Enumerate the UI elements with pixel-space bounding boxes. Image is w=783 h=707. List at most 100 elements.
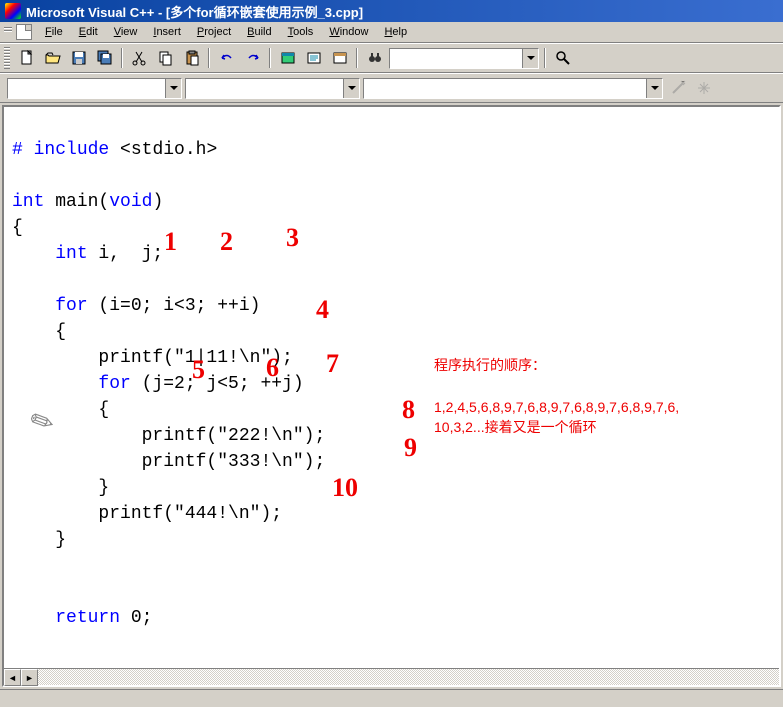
output-button[interactable] <box>302 47 325 69</box>
binoculars-icon <box>367 50 383 66</box>
app-icon <box>5 3 21 19</box>
code-token: ) <box>152 192 163 212</box>
annotation-9: 9 <box>404 435 417 461</box>
output-icon <box>306 50 322 66</box>
toolbar-wizard <box>0 73 783 103</box>
wizard-action-button <box>666 77 689 99</box>
toolbar-main <box>0 43 783 73</box>
annotation-text-line2: 10,3,2...接着又是一个循环 <box>434 417 597 437</box>
code-line: printf("1|11!\n"); <box>12 348 293 368</box>
horizontal-scrollbar[interactable]: ◄ ► <box>4 668 779 685</box>
copy-icon <box>158 50 174 66</box>
menu-help[interactable]: Help <box>377 24 414 40</box>
separator <box>269 48 271 68</box>
find-combo[interactable] <box>389 48 539 69</box>
code-line: printf("333!\n"); <box>12 452 325 472</box>
member-combo[interactable] <box>185 78 360 99</box>
sparkle-icon <box>696 80 712 96</box>
filter-combo[interactable] <box>363 78 663 99</box>
paste-icon <box>184 50 200 66</box>
code-token: # <box>12 140 34 160</box>
search-button[interactable] <box>551 47 574 69</box>
code-token: (i=0; i<3; ++i) <box>88 296 261 316</box>
status-bar <box>0 689 783 707</box>
workspace-button[interactable] <box>276 47 299 69</box>
annotation-text-line1: 1,2,4,5,6,8,9,7,6,8,9,7,6,8,9,7,6,8,9,7,… <box>434 397 679 417</box>
code-token: void <box>109 192 152 212</box>
open-button[interactable] <box>41 47 64 69</box>
cut-button[interactable] <box>128 47 151 69</box>
save-icon <box>71 50 87 66</box>
annotation-2: 2 <box>220 229 233 255</box>
code-line: } <box>12 478 109 498</box>
scroll-right-button[interactable]: ► <box>21 669 38 686</box>
menu-insert[interactable]: Insert <box>146 24 188 40</box>
window-list-button[interactable] <box>328 47 351 69</box>
code-token <box>12 608 55 628</box>
document-icon[interactable] <box>16 24 32 40</box>
menu-view[interactable]: View <box>107 24 145 40</box>
new-text-button[interactable] <box>15 47 38 69</box>
titlebar: Microsoft Visual C++ - [多个for循环嵌套使用示例_3.… <box>0 0 783 22</box>
editor-frame: # include <stdio.h> int main(void) { int… <box>2 105 781 687</box>
code-token: include <box>34 140 110 160</box>
separator <box>544 48 546 68</box>
open-icon <box>45 50 61 66</box>
annotation-text-header: 程序执行的顺序： <box>434 355 546 375</box>
toolbar-grip[interactable] <box>4 47 10 69</box>
code-token: <stdio.h> <box>109 140 217 160</box>
separator <box>121 48 123 68</box>
find-in-files-button[interactable] <box>363 47 386 69</box>
code-line: } <box>12 530 66 550</box>
annotation-10: 10 <box>332 475 358 501</box>
scroll-left-button[interactable]: ◄ <box>4 669 21 686</box>
save-button[interactable] <box>67 47 90 69</box>
annotation-4: 4 <box>316 297 329 323</box>
member-combo-drop[interactable] <box>343 79 359 98</box>
code-token: return <box>55 608 120 628</box>
code-token <box>12 244 55 264</box>
menu-edit[interactable]: Edit <box>72 24 105 40</box>
class-combo-drop[interactable] <box>165 79 181 98</box>
wizard-new-button <box>692 77 715 99</box>
redo-icon <box>245 50 261 66</box>
class-combo[interactable] <box>7 78 182 99</box>
cut-icon <box>132 50 148 66</box>
save-all-button[interactable] <box>93 47 116 69</box>
title-text: Microsoft Visual C++ - [多个for循环嵌套使用示例_3.… <box>26 2 363 21</box>
annotation-1: 1 <box>164 229 177 255</box>
code-token: for <box>98 374 130 394</box>
code-editor[interactable]: # include <stdio.h> int main(void) { int… <box>4 107 779 685</box>
find-combo-drop[interactable] <box>522 49 538 68</box>
code-token: (j=2; j<5; ++j) <box>131 374 304 394</box>
annotation-3: 3 <box>286 225 299 251</box>
menu-tools[interactable]: Tools <box>281 24 321 40</box>
code-line: { <box>12 322 66 342</box>
new-file-icon <box>19 50 35 66</box>
menu-build[interactable]: Build <box>240 24 278 40</box>
wand-icon <box>670 80 686 96</box>
annotation-8: 8 <box>402 397 415 423</box>
code-token <box>12 296 55 316</box>
menu-project[interactable]: Project <box>190 24 238 40</box>
workspace-icon <box>280 50 296 66</box>
filter-combo-drop[interactable] <box>646 79 662 98</box>
code-token: 0; <box>120 608 152 628</box>
menubar-grip[interactable] <box>4 24 12 40</box>
paste-button[interactable] <box>180 47 203 69</box>
redo-button[interactable] <box>241 47 264 69</box>
menu-file[interactable]: File <box>38 24 70 40</box>
window-list-icon <box>332 50 348 66</box>
code-token: int <box>55 244 87 264</box>
undo-button[interactable] <box>215 47 238 69</box>
menu-window[interactable]: Window <box>322 24 375 40</box>
code-line: { <box>12 218 23 238</box>
code-token <box>12 374 98 394</box>
scroll-track[interactable] <box>38 669 779 685</box>
menubar: File Edit View Insert Project Build Tool… <box>0 22 783 43</box>
separator <box>208 48 210 68</box>
code-token: int <box>12 192 44 212</box>
code-token: main( <box>44 192 109 212</box>
undo-icon <box>219 50 235 66</box>
copy-button[interactable] <box>154 47 177 69</box>
